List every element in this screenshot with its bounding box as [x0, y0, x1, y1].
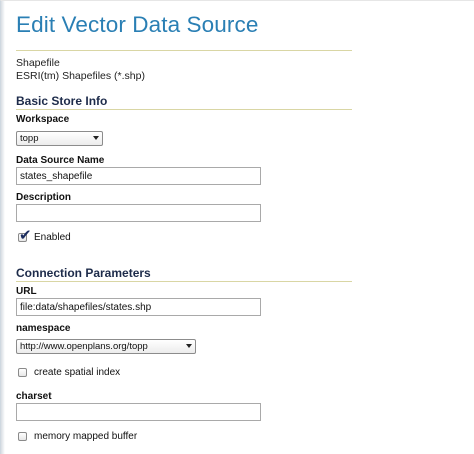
left-edge-shadow: [1, 1, 5, 454]
spatial-index-checkbox[interactable]: [18, 368, 27, 377]
data-source-name-label: Data Source Name: [16, 155, 105, 166]
page: Edit Vector Data Source Shapefile ESRI(t…: [0, 0, 474, 454]
chevron-down-icon: [93, 136, 99, 140]
connection-parameters-heading: Connection Parameters: [16, 266, 151, 280]
enabled-checkbox-row[interactable]: ✔ Enabled: [16, 228, 96, 246]
spatial-index-label: create spatial index: [34, 367, 121, 378]
title-divider: [16, 50, 352, 51]
namespace-select[interactable]: http://www.openplans.org/topp: [16, 339, 196, 354]
url-input[interactable]: [16, 298, 261, 316]
workspace-select[interactable]: topp: [16, 131, 103, 146]
workspace-label: Workspace: [16, 114, 70, 125]
data-source-name-input[interactable]: [16, 167, 261, 185]
charset-label: charset: [16, 391, 52, 402]
spatial-index-checkbox-row[interactable]: create spatial index: [16, 367, 136, 381]
enabled-label: Enabled: [34, 232, 71, 243]
memory-mapped-checkbox-row[interactable]: memory mapped buffer: [16, 431, 156, 445]
basic-info-divider: [16, 109, 352, 110]
description-input[interactable]: [16, 204, 261, 222]
connection-divider: [16, 281, 352, 282]
basic-store-info-heading: Basic Store Info: [16, 94, 108, 108]
checkmark-icon: ✔: [19, 227, 32, 244]
page-title: Edit Vector Data Source: [16, 12, 259, 37]
url-label: URL: [16, 286, 37, 297]
workspace-selected-value: topp: [20, 133, 39, 144]
chevron-down-icon: [186, 344, 192, 348]
namespace-label: namespace: [16, 323, 71, 334]
store-type: Shapefile: [16, 57, 60, 69]
description-label: Description: [16, 192, 72, 203]
memory-mapped-checkbox[interactable]: [18, 432, 27, 441]
charset-input[interactable]: [16, 403, 261, 421]
namespace-selected-value: http://www.openplans.org/topp: [20, 341, 148, 352]
store-description: ESRI(tm) Shapefiles (*.shp): [16, 70, 145, 82]
memory-mapped-label: memory mapped buffer: [34, 431, 138, 442]
